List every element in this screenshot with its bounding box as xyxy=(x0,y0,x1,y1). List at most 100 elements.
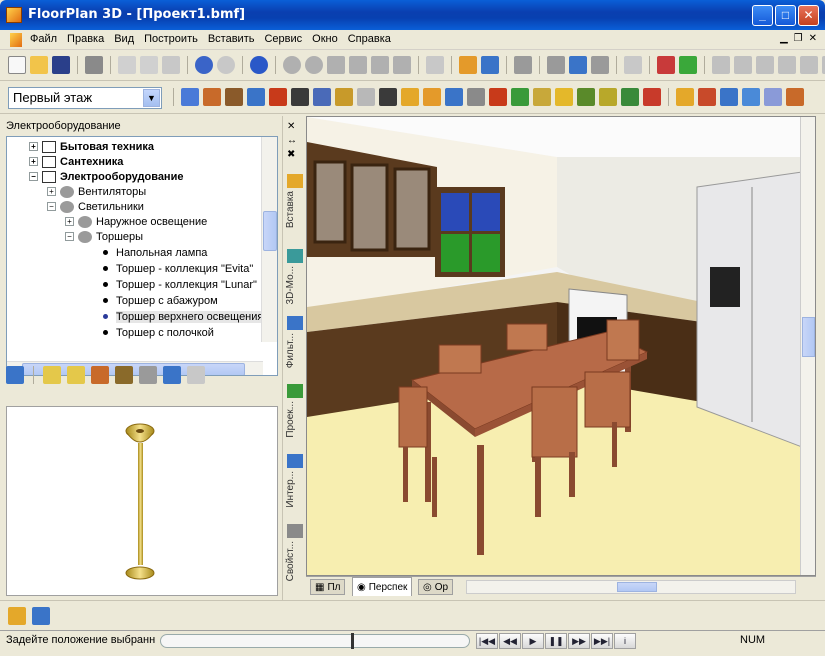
view-horizontal-scrollbar[interactable] xyxy=(466,580,796,594)
furniture-icon[interactable] xyxy=(481,56,499,74)
pause-button[interactable]: ❚❚ xyxy=(545,633,567,649)
open-folder-icon[interactable] xyxy=(30,56,48,74)
collapse-icon[interactable]: − xyxy=(29,172,38,181)
pencil-icon[interactable] xyxy=(547,56,565,74)
menu-file[interactable]: Файл xyxy=(30,33,57,45)
tree-item[interactable]: Торшер - коллекция "Lunar" xyxy=(103,277,257,292)
refresh-icon[interactable] xyxy=(679,56,697,74)
floor-tool-icon[interactable] xyxy=(423,88,441,106)
fixture-icon[interactable] xyxy=(467,88,485,106)
document-icon[interactable] xyxy=(10,33,22,47)
roof-icon[interactable] xyxy=(269,88,287,106)
text-icon[interactable] xyxy=(514,56,532,74)
menu-edit[interactable]: Правка xyxy=(67,33,104,45)
window-icon[interactable] xyxy=(569,56,587,74)
save-icon[interactable] xyxy=(52,56,70,74)
select-arrow-icon[interactable] xyxy=(181,88,199,106)
tab-plan[interactable]: ▦ Пл xyxy=(310,579,346,595)
box-icon[interactable] xyxy=(401,88,419,106)
tree-view-icon[interactable] xyxy=(115,366,133,384)
walkthrough-slider[interactable] xyxy=(160,633,470,649)
tree-item[interactable]: Торшер - коллекция "Evita" xyxy=(103,261,253,276)
stairs-icon[interactable] xyxy=(291,88,309,106)
tree-item[interactable]: − Электрооборудование xyxy=(29,169,183,184)
window-tool-icon[interactable] xyxy=(247,88,265,106)
copy-icon[interactable] xyxy=(140,56,158,74)
expand-icon[interactable]: + xyxy=(29,142,38,151)
perspective-3d-view[interactable] xyxy=(306,116,816,576)
menu-window[interactable]: Окно xyxy=(312,33,338,45)
insert-icon[interactable] xyxy=(6,366,24,384)
snap-icon[interactable] xyxy=(657,56,675,74)
scroll-thumb[interactable] xyxy=(802,317,815,357)
tree-vertical-scrollbar[interactable] xyxy=(261,137,277,342)
texture-icon[interactable] xyxy=(720,88,738,106)
tab-insert[interactable]: Вставка xyxy=(285,174,305,228)
railing-icon[interactable] xyxy=(313,88,331,106)
deck-icon[interactable] xyxy=(533,88,551,106)
tree-item[interactable]: Напольная лампа xyxy=(103,245,207,260)
tree-item[interactable]: + Бытовая техника xyxy=(29,139,154,154)
floor-select[interactable]: Первый этаж ▼ xyxy=(8,87,162,109)
collapse-icon[interactable]: − xyxy=(47,202,56,211)
zoom-all-icon[interactable] xyxy=(393,56,411,74)
new-file-icon[interactable] xyxy=(8,56,26,74)
redo-icon[interactable] xyxy=(217,56,235,74)
align-left-icon[interactable] xyxy=(712,56,730,74)
tab-perspective[interactable]: ◉ Перспек xyxy=(352,577,413,596)
properties-icon[interactable] xyxy=(163,366,181,384)
plant-icon[interactable] xyxy=(621,88,639,106)
tab-project[interactable]: Проек... xyxy=(285,384,305,438)
expand-icon[interactable]: + xyxy=(65,217,74,226)
print-icon[interactable] xyxy=(85,56,103,74)
tab-orthographic[interactable]: ◎ Ор xyxy=(418,579,454,595)
tree-item-selected[interactable]: Торшер верхнего освещения xyxy=(103,309,264,324)
paste-icon[interactable] xyxy=(162,56,180,74)
align-top-icon[interactable] xyxy=(778,56,796,74)
tree-item[interactable]: − Торшеры xyxy=(65,229,143,244)
camera-icon[interactable] xyxy=(764,88,782,106)
info-button[interactable]: i xyxy=(614,633,636,649)
menu-build[interactable]: Построить xyxy=(144,33,198,45)
light-icon[interactable] xyxy=(742,88,760,106)
zoom-prev-icon[interactable] xyxy=(371,56,389,74)
shrub-icon[interactable] xyxy=(577,88,595,106)
tab-3d-models[interactable]: 3D-Мо... xyxy=(285,249,305,304)
tab-filter[interactable]: Фильт... xyxy=(285,316,305,368)
align-middle-icon[interactable] xyxy=(800,56,818,74)
menu-help[interactable]: Справка xyxy=(348,33,391,45)
fence-icon[interactable] xyxy=(599,88,617,106)
tree-item[interactable]: + Вентиляторы xyxy=(47,184,146,199)
maximize-button[interactable]: □ xyxy=(775,5,796,26)
grid-icon[interactable] xyxy=(624,56,642,74)
zoom-in-icon[interactable] xyxy=(283,56,301,74)
new-folder-icon[interactable] xyxy=(43,366,61,384)
view-vertical-scrollbar[interactable] xyxy=(800,117,815,575)
cut-icon[interactable] xyxy=(118,56,136,74)
minimize-button[interactable]: _ xyxy=(752,5,773,26)
mdi-close-icon[interactable]: ✕ xyxy=(809,33,817,44)
help-icon[interactable] xyxy=(250,56,268,74)
paint-icon[interactable] xyxy=(676,88,694,106)
menu-tools[interactable]: Сервис xyxy=(264,33,302,45)
build-icon[interactable] xyxy=(459,56,477,74)
chevron-down-icon[interactable]: ▼ xyxy=(143,89,160,107)
column-icon[interactable] xyxy=(335,88,353,106)
menu-view[interactable]: Вид xyxy=(114,33,134,45)
slider-handle[interactable] xyxy=(351,633,354,649)
go-start-button[interactable]: |◀◀ xyxy=(476,633,498,649)
pan-icon[interactable] xyxy=(426,56,444,74)
collapse-icon[interactable]: − xyxy=(65,232,74,241)
furniture-list-icon[interactable] xyxy=(32,607,50,625)
door-icon[interactable] xyxy=(225,88,243,106)
fast-forward-button[interactable]: ▶▶ xyxy=(568,633,590,649)
expand-icon[interactable]: + xyxy=(47,187,56,196)
ceiling-icon[interactable] xyxy=(445,88,463,106)
zoom-out-icon[interactable] xyxy=(305,56,323,74)
expand-icon[interactable]: + xyxy=(29,157,38,166)
title-bar[interactable]: FloorPlan 3D - [Проект1.bmf] _ □ ✕ xyxy=(0,0,825,30)
mdi-minimize-icon[interactable]: ▁ xyxy=(780,33,788,44)
align-center-icon[interactable] xyxy=(734,56,752,74)
sign-icon[interactable] xyxy=(555,88,573,106)
tree-item[interactable]: + Наружное освещение xyxy=(65,214,207,229)
